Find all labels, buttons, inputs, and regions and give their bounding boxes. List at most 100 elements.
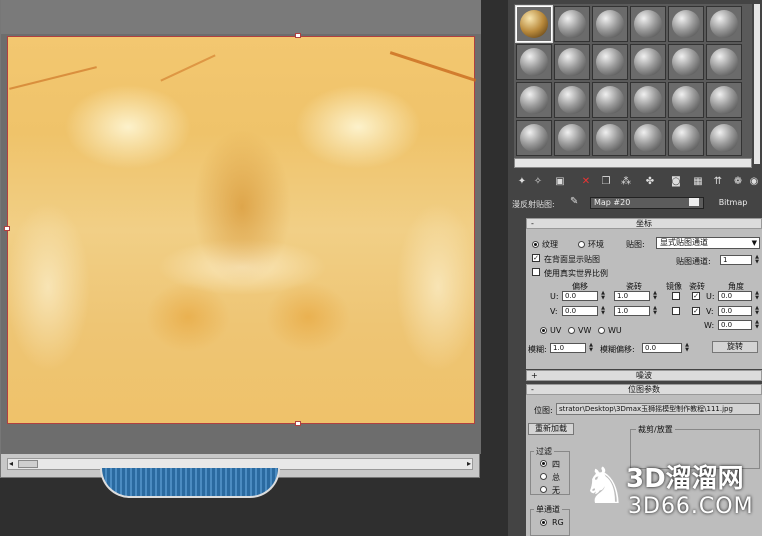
material-slot[interactable] (706, 120, 742, 156)
spinner-icon[interactable]: ▲ ▼ (754, 291, 760, 301)
material-slot[interactable] (516, 82, 552, 118)
u-tiling-input[interactable]: 1.0 (614, 291, 650, 301)
material-slot[interactable] (668, 120, 704, 156)
spinner-icon[interactable]: ▲ ▼ (600, 306, 606, 316)
material-sphere-icon (672, 124, 700, 152)
material-sphere-icon (634, 86, 662, 114)
wu-radio[interactable] (598, 327, 605, 334)
go-sibling-icon[interactable]: ◉ (748, 176, 760, 188)
material-slot[interactable] (706, 6, 742, 42)
put-library-icon[interactable]: ✤ (644, 176, 656, 188)
show-map-icon[interactable]: ▦ (692, 176, 704, 188)
material-slot[interactable] (516, 44, 552, 80)
material-slot[interactable] (554, 120, 590, 156)
map-label: 漫反射贴图: (512, 200, 555, 209)
show-back-checkbox[interactable]: ✓ (532, 254, 540, 262)
material-slot[interactable] (592, 82, 628, 118)
material-slot[interactable] (554, 6, 590, 42)
map-channel-input[interactable]: 1 (720, 255, 752, 265)
slots-scrollbar[interactable] (514, 158, 752, 168)
v-tiling-input[interactable]: 1.0 (614, 306, 650, 316)
map-name-field[interactable]: Map #20 (590, 197, 704, 209)
blur-offset-input[interactable]: 0.0 (642, 343, 682, 353)
material-slot[interactable] (630, 82, 666, 118)
material-slot[interactable] (668, 44, 704, 80)
crop-handle-top[interactable] (295, 33, 301, 38)
material-slot[interactable] (630, 44, 666, 80)
scroll-left-icon[interactable]: ◂ (9, 459, 13, 468)
real-world-checkbox[interactable] (532, 268, 540, 276)
environ-radio[interactable] (578, 241, 585, 248)
side-toolbar[interactable] (754, 4, 760, 164)
material-slot[interactable] (516, 120, 552, 156)
u-tile-checkbox[interactable]: ✓ (692, 292, 700, 300)
bitmap-params-rollout-header[interactable]: - 位图参数 (526, 384, 762, 395)
material-slot[interactable] (706, 44, 742, 80)
material-sphere-icon (710, 124, 738, 152)
assign-icon[interactable]: ▣ (554, 176, 566, 188)
scrollbar-thumb[interactable] (18, 460, 38, 468)
make-unique-icon[interactable]: ⁂ (620, 176, 632, 188)
put-to-scene-icon[interactable]: ✧ (532, 176, 544, 188)
material-slot[interactable] (592, 120, 628, 156)
mapping-select[interactable]: 显式贴图通道 ▼ (656, 237, 760, 249)
reset-icon[interactable]: ✕ (580, 176, 592, 188)
u-offset-input[interactable]: 0.0 (562, 291, 598, 301)
map-type-button[interactable]: Bitmap (708, 197, 758, 209)
map-dropdown-icon[interactable] (689, 198, 699, 206)
crop-handle-left[interactable] (4, 226, 10, 231)
material-sphere-icon (558, 48, 586, 76)
material-slot[interactable] (592, 44, 628, 80)
material-slot[interactable] (706, 82, 742, 118)
w-angle-input[interactable]: 0.0 (718, 320, 752, 330)
uv-radio[interactable] (540, 327, 547, 334)
v-angle-input[interactable]: 0.0 (718, 306, 752, 316)
material-slot[interactable] (668, 82, 704, 118)
spinner-icon[interactable]: ▲ ▼ (684, 343, 690, 353)
material-slot[interactable] (592, 6, 628, 42)
material-slot[interactable] (554, 82, 590, 118)
spinner-icon[interactable]: ▲ ▼ (754, 255, 760, 265)
noise-rollout-header[interactable]: + 噪波 (526, 370, 762, 381)
v-offset-input[interactable]: 0.0 (562, 306, 598, 316)
marble-texture-image[interactable] (7, 36, 477, 424)
spinner-icon[interactable]: ▲ ▼ (600, 291, 606, 301)
spinner-icon[interactable]: ▲ ▼ (754, 306, 760, 316)
v-mirror-checkbox[interactable] (672, 307, 680, 315)
filter-pyramidal-radio[interactable] (540, 460, 547, 467)
filter-summed-radio[interactable] (540, 473, 547, 480)
spinner-icon[interactable]: ▲ ▼ (588, 343, 594, 353)
material-sphere-icon (558, 10, 586, 38)
vw-radio[interactable] (568, 327, 575, 334)
v-tile-checkbox[interactable]: ✓ (692, 307, 700, 315)
material-slot[interactable] (554, 44, 590, 80)
blur-input[interactable]: 1.0 (550, 343, 586, 353)
eyedropper-icon[interactable]: ✎ (570, 196, 578, 207)
go-parent-icon[interactable]: ❁ (732, 176, 744, 188)
rollout-title: 坐标 (636, 219, 652, 228)
scroll-right-icon[interactable]: ▸ (467, 459, 471, 468)
u-angle-input[interactable]: 0.0 (718, 291, 752, 301)
material-slot[interactable] (630, 6, 666, 42)
copy-icon[interactable]: ❐ (600, 176, 612, 188)
material-slots (514, 4, 752, 158)
crop-handle-bottom[interactable] (295, 421, 301, 426)
texture-radio[interactable] (532, 241, 539, 248)
spinner-icon[interactable]: ▲ ▼ (652, 306, 658, 316)
material-id-icon[interactable]: ◙ (670, 176, 682, 188)
spinner-icon[interactable]: ▲ ▼ (652, 291, 658, 301)
bitmap-path-button[interactable]: strator\Desktop\3Dmax玉狮摇模型制作教程\111.jpg (556, 403, 760, 415)
material-slot[interactable] (668, 6, 704, 42)
material-slot[interactable] (630, 120, 666, 156)
spinner-icon[interactable]: ▲ ▼ (754, 320, 760, 330)
show-end-result-icon[interactable]: ⇈ (712, 176, 724, 188)
filter-none-radio[interactable] (540, 486, 547, 493)
material-slot[interactable] (515, 5, 553, 43)
mono-rgb-radio[interactable] (540, 519, 547, 526)
coordinates-rollout-header[interactable]: - 坐标 (526, 218, 762, 229)
get-material-icon[interactable]: ✦ (516, 176, 528, 188)
u-mirror-checkbox[interactable] (672, 292, 680, 300)
material-sphere-icon (558, 86, 586, 114)
reload-button[interactable]: 重新加载 (528, 423, 574, 435)
rotate-button[interactable]: 旋转 (712, 341, 758, 353)
